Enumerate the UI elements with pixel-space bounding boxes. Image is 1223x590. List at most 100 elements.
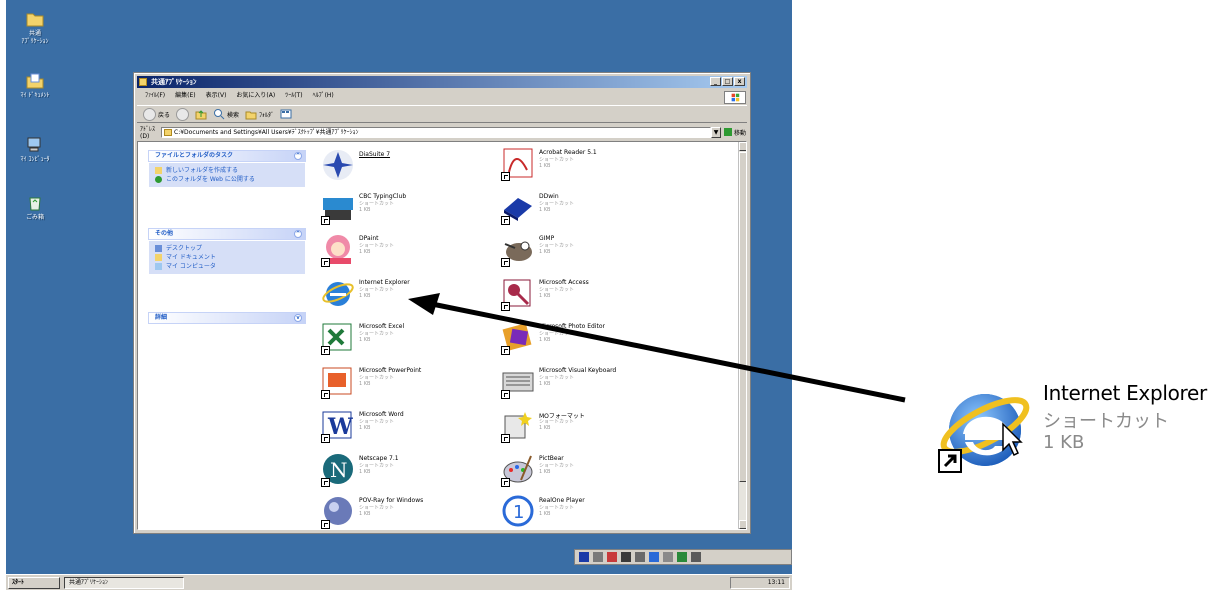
windows-logo-icon — [724, 91, 746, 104]
svg-text:1: 1 — [513, 502, 524, 523]
scroll-down-button[interactable] — [739, 520, 746, 529]
file-item[interactable]: N Netscape 7.1 ショートカット 1 KB — [321, 452, 491, 492]
file-name: Microsoft Visual Keyboard — [539, 367, 617, 374]
panel-header[interactable]: ファイルとフォルダのタスク ^ — [148, 150, 306, 162]
place-link-label: デスクトップ — [166, 245, 203, 252]
file-item[interactable]: DPaint ショートカット 1 KB — [321, 232, 491, 272]
window-titlebar[interactable]: 共通ｱﾌﾟﾘｹｰｼｮﾝ _ □ x — [137, 76, 747, 88]
tools-icon[interactable] — [663, 552, 673, 562]
file-item[interactable]: Microsoft Excel ショートカット 1 KB — [321, 320, 491, 360]
panel-header[interactable]: 詳細 v — [148, 312, 306, 324]
back-button[interactable]: 戻る — [143, 107, 170, 121]
taskbar-window-button[interactable]: 共通ｱﾌﾟﾘｹｰｼｮﾝ — [64, 577, 184, 589]
menu-tools[interactable]: ﾂｰﾙ(T) — [285, 90, 302, 102]
ime-icon[interactable] — [579, 552, 589, 562]
file-item[interactable]: Microsoft Photo Editor ショートカット 1 KB — [501, 320, 671, 360]
file-name: Microsoft Access — [539, 279, 589, 286]
explorer-window: 共通ｱﾌﾟﾘｹｰｼｮﾝ _ □ x ﾌｧｲﾙ(F) 編集(E) 表示(V) お気… — [133, 72, 751, 534]
place-link-desktop[interactable]: デスクトップ — [155, 244, 299, 253]
folders-button[interactable]: ﾌｫﾙﾀﾞ — [245, 108, 274, 120]
help-icon[interactable] — [677, 552, 687, 562]
file-item[interactable]: CBC TypingClub ショートカット 1 KB — [321, 190, 491, 230]
file-name: Microsoft PowerPoint — [359, 367, 422, 374]
file-item[interactable]: POV-Ray for Windows ショートカット 1 KB — [321, 494, 491, 529]
file-meta: ショートカット 1 KB — [539, 331, 575, 343]
maximize-button[interactable]: □ — [722, 77, 733, 86]
file-item[interactable]: MOフォーマット ショートカット 1 KB — [501, 408, 671, 448]
views-button[interactable] — [280, 108, 292, 120]
place-link-my-documents[interactable]: マイ ドキュメント — [155, 253, 299, 262]
file-item[interactable]: Microsoft Access ショートカット 1 KB — [501, 276, 671, 316]
menu-view[interactable]: 表示(V) — [206, 90, 227, 102]
file-item[interactable]: DDwin ショートカット 1 KB — [501, 190, 671, 230]
dictionary-icon[interactable] — [607, 552, 617, 562]
panel-header[interactable]: その他 ^ — [148, 228, 306, 240]
panel-file-tasks: ファイルとフォルダのタスク ^ 新しいフォルダを作成する このフォルダを Web… — [148, 150, 306, 188]
scroll-up-button[interactable] — [739, 142, 746, 151]
file-meta: ショートカット 1 KB — [359, 419, 395, 431]
file-item[interactable]: DiaSuite 7 — [321, 148, 491, 188]
scroll-thumb[interactable] — [739, 152, 746, 482]
address-input[interactable]: C:¥Documents and Settings¥All Users¥ﾃﾞｽｸ… — [161, 126, 711, 138]
minimize-button[interactable]: _ — [710, 77, 721, 86]
go-label: 移動 — [734, 129, 747, 137]
start-label: ｽﾀｰﾄ — [12, 579, 25, 586]
window-title: 共通ｱﾌﾟﾘｹｰｼｮﾝ — [151, 78, 197, 86]
file-meta: ショートカット 1 KB — [539, 201, 575, 213]
file-item[interactable]: PictBear ショートカット 1 KB — [501, 452, 671, 492]
place-link-label: マイ コンピュータ — [166, 263, 216, 270]
globe-icon — [155, 176, 162, 183]
file-item[interactable]: W Microsoft Word ショートカット 1 KB — [321, 408, 491, 448]
up-folder-icon — [195, 110, 207, 120]
file-item[interactable]: GIMP ショートカット 1 KB — [501, 232, 671, 272]
collapse-chevron-icon[interactable]: ^ — [294, 152, 302, 160]
shortcut-arrow-icon — [321, 216, 330, 225]
file-meta: ショートカット 1 KB — [359, 505, 395, 517]
panel-title: ファイルとフォルダのタスク — [155, 152, 234, 159]
close-button[interactable]: x — [734, 77, 745, 86]
menu-help[interactable]: ﾍﾙﾌﾟ(H) — [313, 90, 334, 102]
my-computer-icon — [27, 137, 41, 152]
search-button[interactable]: 検索 — [213, 108, 239, 120]
back-arrow-icon — [143, 107, 156, 121]
menu-bar: ﾌｧｲﾙ(F) 編集(E) 表示(V) お気に入り(A) ﾂｰﾙ(T) ﾍﾙﾌﾟ… — [137, 90, 747, 102]
pad-icon[interactable] — [649, 552, 659, 562]
toolbar: 戻る 検索 ﾌｫﾙﾀﾞ — [137, 105, 747, 123]
place-link-label: マイ ドキュメント — [166, 254, 216, 261]
menu-file[interactable]: ﾌｧｲﾙ(F) — [145, 90, 165, 102]
start-button[interactable]: ｽﾀｰﾄ — [8, 577, 60, 589]
desktop-icon-recycle-bin[interactable]: ごみ箱 — [8, 194, 62, 222]
conversion-mode-icon[interactable] — [635, 552, 645, 562]
forward-arrow-icon — [176, 107, 190, 121]
input-mode-icon[interactable] — [593, 552, 603, 562]
go-button[interactable]: 移動 — [721, 128, 747, 137]
forward-button[interactable] — [176, 107, 190, 121]
task-link-publish-web[interactable]: このフォルダを Web に公開する — [155, 175, 299, 184]
desktop-icon-my-computer[interactable]: ﾏｲ ｺﾝﾋﾟｭｰﾀ — [8, 136, 62, 164]
address-dropdown-button[interactable]: ▼ — [711, 126, 721, 138]
file-item[interactable]: Acrobat Reader 5.1 ショートカット 1 KB — [501, 146, 671, 186]
panel-details: 詳細 v — [148, 312, 306, 324]
desktop-icon-my-documents[interactable]: ﾏｲ ﾄﾞｷｭﾒﾝﾄ — [8, 72, 62, 100]
task-link-new-folder[interactable]: 新しいフォルダを作成する — [155, 166, 299, 175]
file-item[interactable]: Internet Explorer ショートカット 1 KB — [321, 276, 491, 316]
options-icon[interactable] — [691, 552, 701, 562]
file-item[interactable]: Microsoft Visual Keyboard ショートカット 1 KB — [501, 364, 671, 404]
file-meta: ショートカット 1 KB — [539, 463, 575, 475]
file-meta: ショートカット 1 KB — [359, 243, 395, 255]
desktop-icon-common-apps[interactable]: 共通 ｱﾌﾟﾘｹｰｼｮﾝ — [8, 10, 62, 46]
vertical-scrollbar[interactable] — [738, 142, 746, 529]
views-icon — [280, 109, 292, 119]
kana-mode-icon[interactable] — [621, 552, 631, 562]
up-folder-button[interactable] — [195, 108, 207, 120]
menu-edit[interactable]: 編集(E) — [175, 90, 195, 102]
file-meta: ショートカット 1 KB — [359, 287, 395, 299]
collapse-chevron-icon[interactable]: ^ — [294, 230, 302, 238]
my-computer-icon — [155, 263, 162, 270]
place-link-my-computer[interactable]: マイ コンピュータ — [155, 262, 299, 271]
file-item[interactable]: Microsoft PowerPoint ショートカット 1 KB — [321, 364, 491, 404]
file-item[interactable]: 1 RealOne Player ショートカット 1 KB — [501, 494, 671, 529]
menu-favorites[interactable]: お気に入り(A) — [236, 90, 275, 102]
file-meta: ショートカット 1 KB — [359, 201, 395, 213]
expand-chevron-icon[interactable]: v — [294, 314, 302, 322]
